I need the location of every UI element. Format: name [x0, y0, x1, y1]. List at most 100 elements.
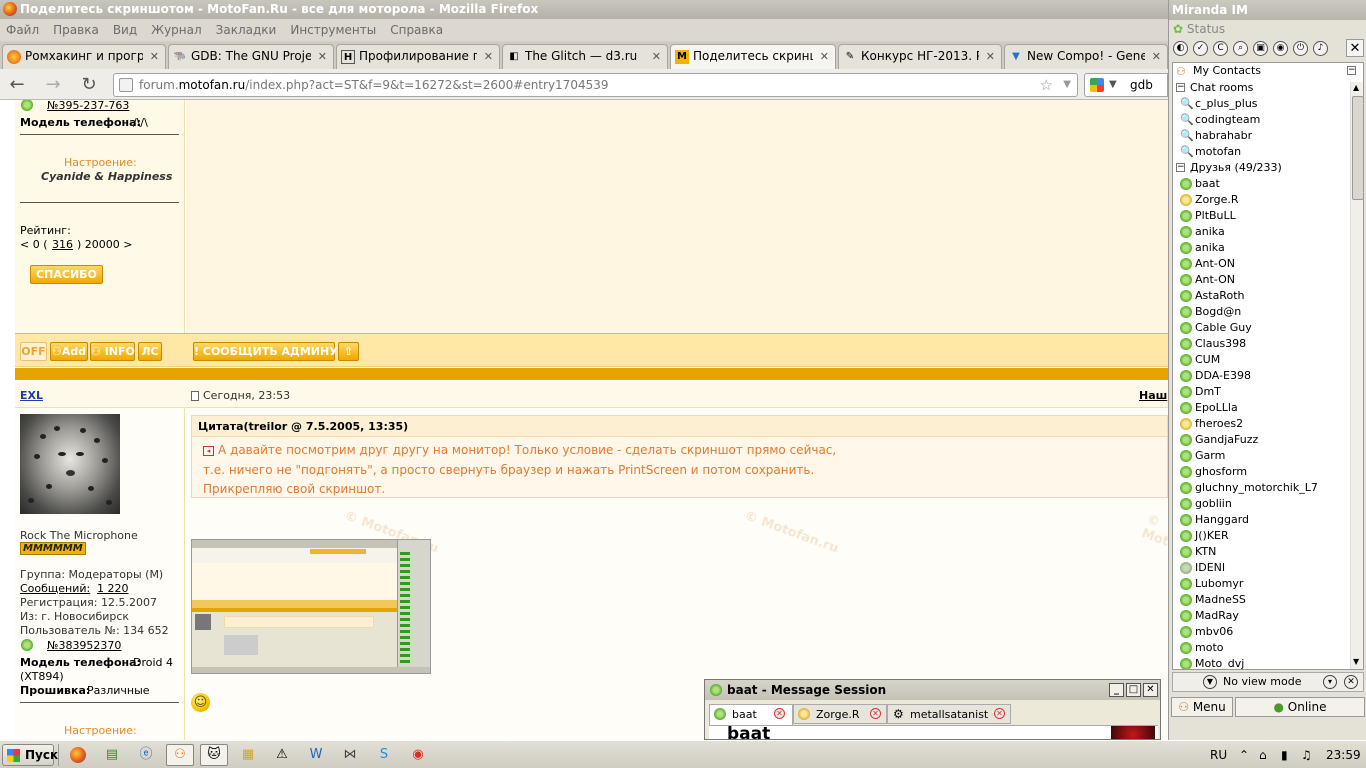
contact-list[interactable]: ⚇ My Contacts − − Chat rooms 🔍 c_plus_plus … — [1172, 62, 1364, 670]
offline-button[interactable]: OFF — [20, 342, 47, 361]
tab-gdb[interactable]: 🐃GDB: The GNU Project ...✕ — [168, 44, 334, 69]
scroll-down-icon[interactable]: ▼ — [1353, 657, 1359, 666]
collapse-icon[interactable]: − — [1176, 163, 1185, 172]
ie-taskbar-icon[interactable]: ⓔ — [132, 744, 160, 766]
view-mode-settings-icon[interactable]: ▾ — [1323, 675, 1337, 689]
post2-icq-number[interactable]: №383952370 — [47, 639, 121, 652]
miranda-menu-button[interactable]: ⚇ Menu — [1171, 697, 1233, 717]
away-icon — [798, 708, 810, 720]
menu-file[interactable]: Файл — [6, 23, 39, 37]
close-tab-icon[interactable]: ✕ — [820, 45, 829, 68]
find-icon[interactable]: ⌕ — [1233, 41, 1248, 56]
close-tab-icon[interactable]: ✕ — [318, 45, 327, 68]
scroll-up-button[interactable]: ⇧ — [338, 342, 359, 361]
post2-author[interactable]: EXL — [20, 389, 43, 402]
add-contact-button[interactable]: ⚇Add — [50, 342, 88, 361]
word-taskbar-icon[interactable]: W — [302, 744, 330, 766]
message-tab-metallsatanist[interactable]: ⚙ metallsatanist ✕ — [887, 704, 1011, 724]
menu-bookmarks[interactable]: Закладки — [216, 23, 277, 37]
language-indicator[interactable]: RU — [1210, 743, 1227, 767]
tab-screenshot-active[interactable]: MПоделитесь скриншот...✕ — [670, 44, 836, 69]
post2-user-number: Пользователь №: 134 652 — [20, 624, 169, 637]
recorder-taskbar-icon[interactable]: ◉ — [404, 744, 432, 766]
vs-taskbar-icon[interactable]: ⋈ — [336, 744, 364, 766]
close-icon[interactable]: ✕ — [1143, 683, 1158, 697]
collapse-all-icon[interactable]: − — [1347, 66, 1356, 75]
post1-rating-value[interactable]: 316 — [52, 238, 73, 251]
contact-list-scrollbar[interactable]: ▲ ▼ — [1350, 82, 1363, 669]
maximize-icon[interactable]: □ — [1126, 683, 1141, 697]
folder-taskbar-icon[interactable]: ▦ — [234, 744, 262, 766]
notepad-taskbar-icon[interactable]: ▤ — [98, 744, 126, 766]
check-icon[interactable]: ✓ — [1193, 41, 1208, 56]
volume-icon[interactable]: ♫ — [1301, 743, 1312, 767]
menu-tools[interactable]: Инструменты — [290, 23, 376, 37]
clock[interactable]: 23:59 — [1326, 743, 1361, 767]
reload-icon[interactable]: ↻ — [78, 74, 100, 96]
groups-icon[interactable]: ◉ — [1273, 41, 1288, 56]
menu-view[interactable]: Вид — [113, 23, 137, 37]
post2-right-link[interactable]: Наш — [1139, 389, 1167, 402]
usb-icon[interactable]: ⌂ — [1259, 743, 1267, 767]
search-engine-dropdown-icon[interactable]: ▼ — [1109, 74, 1117, 96]
tab-new-compo[interactable]: ▼New Compo! - General ...✕ — [1004, 44, 1168, 69]
back-icon[interactable]: ← — [6, 74, 28, 96]
menu-help[interactable]: Справка — [390, 23, 443, 37]
info-button[interactable]: ⚇ INFO — [90, 342, 135, 361]
attached-screenshot[interactable] — [191, 539, 431, 674]
close-tab-icon[interactable]: ✕ — [1152, 45, 1161, 68]
power-icon[interactable]: ⏻ — [1293, 41, 1308, 56]
report-admin-button[interactable]: ! СООБЩИТЬ АДМИНУ — [193, 342, 338, 361]
close-tab-icon[interactable]: ✕ — [652, 45, 661, 68]
tab-profiling[interactable]: HПрофилирование прил...✕ — [336, 44, 500, 69]
cat-taskbar-icon[interactable]: 🐱 — [200, 744, 228, 766]
search-box[interactable]: ▼ gdb — [1084, 73, 1168, 97]
minimize-icon[interactable]: _ — [1109, 683, 1124, 697]
thanks-button[interactable]: СПАСИБО — [30, 265, 103, 284]
search-input[interactable]: gdb — [1130, 78, 1153, 92]
collapse-icon[interactable]: − — [1176, 83, 1185, 92]
main-menu-icon[interactable]: ◐ — [1173, 41, 1188, 56]
post2-messages-value[interactable]: 1 220 — [97, 582, 129, 595]
status-menu[interactable]: ✿ Status — [1169, 20, 1366, 39]
close-tab-icon[interactable]: ✕ — [994, 708, 1005, 719]
post2-phone-value: Droid 4 — [133, 656, 174, 669]
close-tab-icon[interactable]: ✕ — [150, 45, 159, 68]
options-icon[interactable]: ▣ — [1253, 41, 1268, 56]
post1-icq-number[interactable]: №395-237-763 — [47, 100, 129, 112]
close-tab-icon[interactable]: ✕ — [774, 708, 785, 719]
tab-glitch[interactable]: ◧ The Glitch — d3.ru ✕ — [502, 44, 668, 69]
close-tab-icon[interactable]: ✕ — [986, 45, 995, 68]
connect-icon[interactable]: C — [1213, 41, 1228, 56]
url-dropdown-icon[interactable]: ▼ — [1063, 74, 1071, 96]
post2-messages-label[interactable]: Сообщений: — [20, 582, 90, 595]
skype-taskbar-icon[interactable]: S — [370, 744, 398, 766]
close-icon[interactable]: ✕ — [1346, 39, 1364, 57]
scroll-thumb[interactable] — [1352, 96, 1363, 200]
close-tab-icon[interactable]: ✕ — [870, 708, 881, 719]
tray-expand-icon[interactable]: ⌃ — [1239, 743, 1249, 767]
view-mode-clear-icon[interactable]: ✕ — [1344, 675, 1358, 689]
private-message-button[interactable]: ЛС — [138, 342, 162, 361]
scroll-up-icon[interactable]: ▲ — [1353, 83, 1359, 92]
miranda-taskbar-icon[interactable]: ⚇ — [166, 744, 194, 766]
message-tab-baat[interactable]: baat ✕ — [709, 704, 793, 726]
menu-history[interactable]: Журнал — [151, 23, 202, 37]
close-tab-icon[interactable]: ✕ — [484, 45, 493, 68]
quote-link-icon[interactable]: ◂ — [203, 446, 214, 456]
status-online-button[interactable]: ● Online — [1235, 697, 1365, 717]
tab-romhacking[interactable]: Ромхакинг и программ...✕ — [2, 44, 166, 69]
forward-icon[interactable]: → — [42, 74, 64, 96]
signal-icon[interactable]: ▮ — [1281, 743, 1288, 767]
view-mode-bar[interactable]: ▼ No view mode ▾ ✕ — [1172, 672, 1364, 692]
message-tab-zorge[interactable]: Zorge.R ✕ — [793, 704, 887, 724]
sound-icon[interactable]: ♪ — [1313, 41, 1328, 56]
menu-edit[interactable]: Правка — [53, 23, 99, 37]
start-button[interactable]: Пуск — [2, 744, 58, 766]
view-mode-dropdown-icon[interactable]: ▼ — [1203, 675, 1217, 689]
firefox-taskbar-icon[interactable] — [64, 744, 92, 766]
url-bar[interactable]: forum.motofan.ru/index.php?act=ST&f=9&t=… — [113, 73, 1078, 97]
warning-taskbar-icon[interactable]: ⚠ — [268, 744, 296, 766]
bookmark-star-icon[interactable]: ☆ — [1040, 74, 1053, 96]
tab-contest[interactable]: ✎Конкурс НГ-2013. Раб...✕ — [838, 44, 1002, 69]
